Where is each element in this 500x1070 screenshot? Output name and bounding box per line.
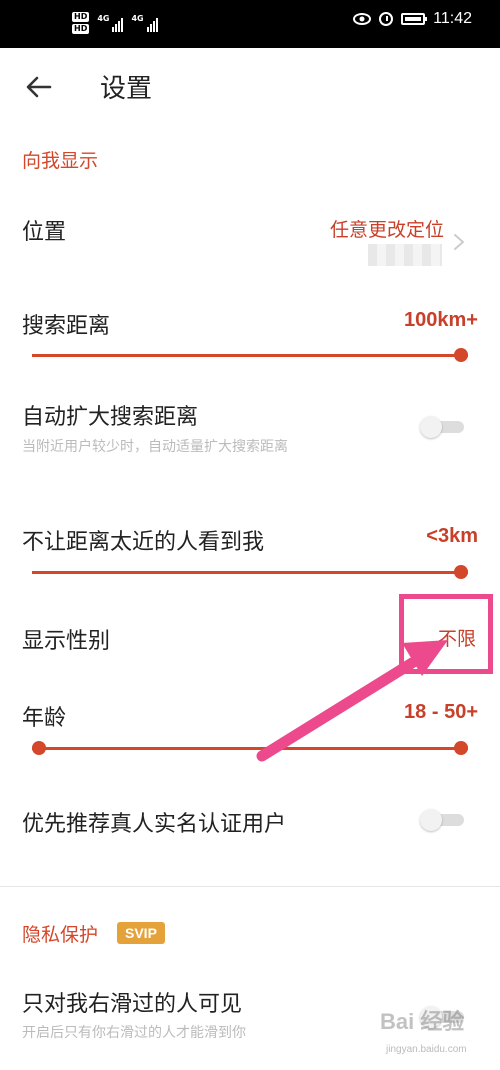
auto-expand-label: 自动扩大搜索距离 <box>22 405 199 430</box>
gender-label: 显示性别 <box>22 629 111 654</box>
auto-expand-subtitle: 当附近用户较少时，自动适量扩大搜索距离 <box>22 439 288 455</box>
toggle-thumb <box>420 416 442 438</box>
verified-label: 优先推荐真人实名认证用户 <box>22 812 287 837</box>
hd-indicators: HD HD <box>72 12 90 34</box>
search-distance-label: 搜索距离 <box>22 314 111 339</box>
location-blurred-text <box>368 244 442 266</box>
age-value: 18 - 50+ <box>404 701 478 723</box>
hide-near-label: 不让距离太近的人看到我 <box>22 530 265 555</box>
battery-icon <box>401 13 428 25</box>
slider-knob-max[interactable] <box>454 741 468 755</box>
annotation-highlight-box <box>399 594 493 674</box>
watermark-subtext: jingyan.baidu.com <box>386 1044 467 1055</box>
top-bar: 设置 <box>0 48 500 128</box>
hide-near-value: <3km <box>426 525 478 547</box>
slider-knob[interactable] <box>454 348 468 362</box>
toggle-thumb <box>420 809 442 831</box>
status-left: HD HD 4G 4G <box>72 12 158 34</box>
alarm-icon <box>379 12 394 26</box>
slider-track <box>32 571 468 574</box>
location-label: 位置 <box>22 220 67 245</box>
age-label: 年龄 <box>22 706 67 731</box>
status-bar: HD HD 4G 4G 11:42 <box>0 0 500 48</box>
section-divider <box>0 886 500 887</box>
network-label-2: 4G <box>131 14 144 23</box>
page-title: 设置 <box>100 74 153 104</box>
section-title-show-to-me: 向我显示 <box>22 150 99 172</box>
network-label-1: 4G <box>97 14 110 23</box>
eye-icon <box>353 13 372 25</box>
swiped-only-label: 只对我右滑过的人可见 <box>22 992 243 1017</box>
svip-badge: SVIP <box>117 922 165 944</box>
status-right: 11:42 <box>353 10 472 28</box>
slider-track <box>32 747 468 750</box>
slider-knob-min[interactable] <box>32 741 46 755</box>
watermark-text: Bai 经验 <box>380 1009 465 1034</box>
section-title-privacy: 隐私保护 <box>22 924 99 946</box>
hd-badge-1: HD <box>72 12 90 22</box>
chevron-right-icon[interactable] <box>452 232 466 252</box>
search-distance-slider[interactable] <box>32 348 468 362</box>
swiped-only-subtitle: 开启后只有你右滑过的人才能滑到你 <box>22 1025 246 1041</box>
signal-icon-1: 4G <box>97 14 124 32</box>
age-range-slider[interactable] <box>32 741 468 755</box>
verified-toggle[interactable] <box>420 809 464 831</box>
slider-knob[interactable] <box>454 565 468 579</box>
location-value[interactable]: 任意更改定位 <box>330 215 444 242</box>
back-arrow-icon[interactable] <box>22 70 56 104</box>
hd-badge-2: HD <box>72 24 90 34</box>
signal-icon-2: 4G <box>131 14 158 32</box>
hide-near-slider[interactable] <box>32 565 468 579</box>
auto-expand-toggle[interactable] <box>420 416 464 438</box>
status-time: 11:42 <box>433 10 472 27</box>
slider-track <box>32 354 468 357</box>
search-distance-value: 100km+ <box>404 309 478 331</box>
